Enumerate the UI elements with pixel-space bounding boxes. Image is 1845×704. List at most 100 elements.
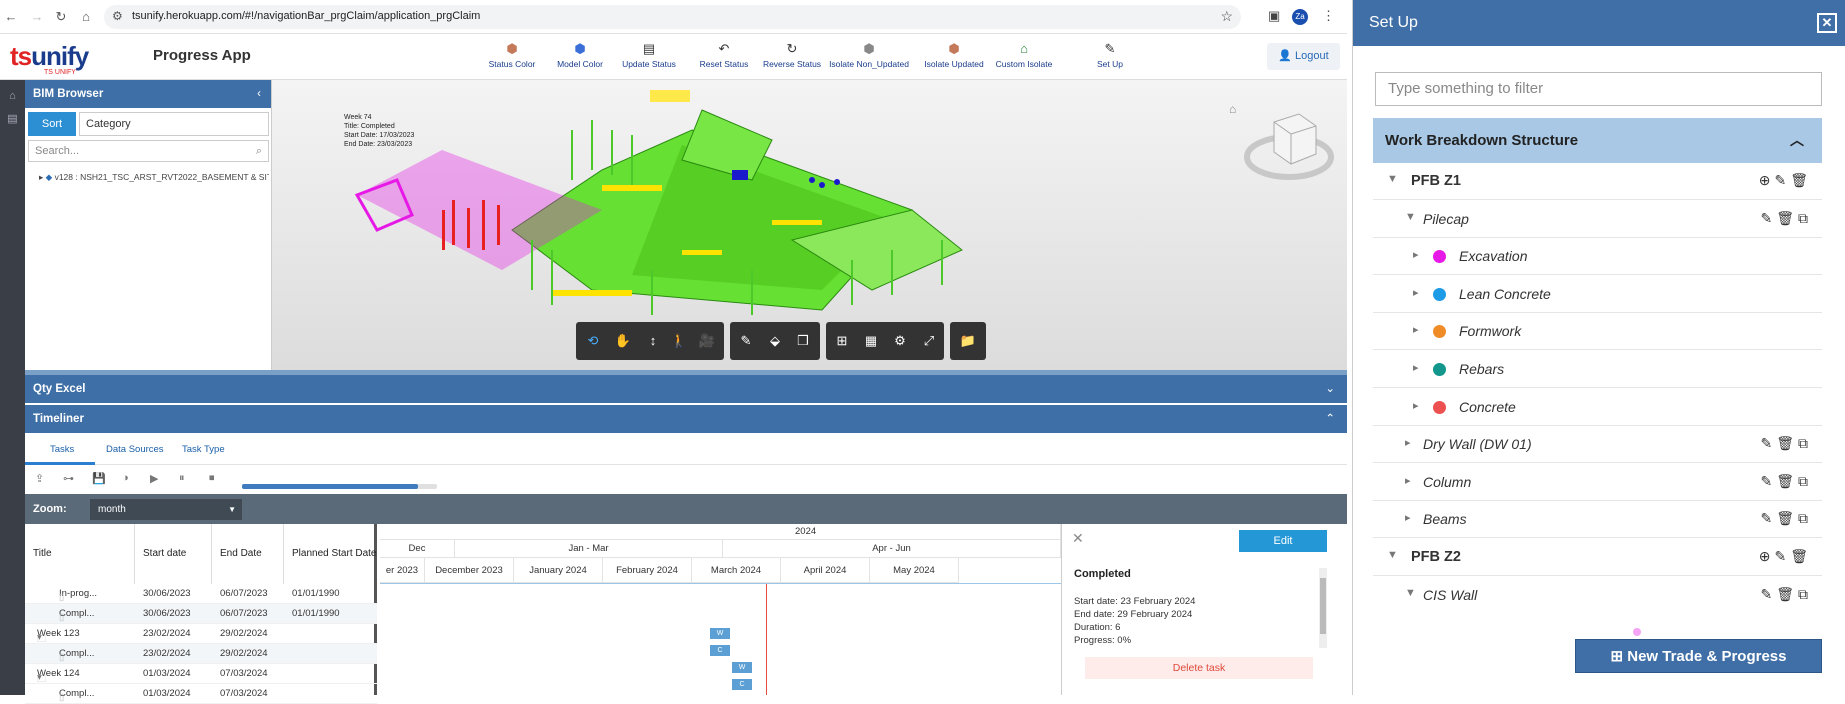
table-row[interactable]: ▾ 🗀 Week 123 23/02/2024 29/02/2024 bbox=[25, 624, 377, 645]
list-rail-icon[interactable]: ▤ bbox=[0, 112, 25, 125]
home-rail-icon[interactable]: ⌂ bbox=[0, 90, 25, 102]
building-model[interactable] bbox=[352, 90, 992, 320]
toolbar-reverse-status-button[interactable]: ↻ Reverse Status bbox=[752, 41, 832, 69]
back-icon[interactable]: ← bbox=[2, 8, 20, 26]
collapsed-caret-icon[interactable]: ▸ bbox=[1405, 436, 1411, 449]
side-panel-icon[interactable]: ▣ bbox=[1268, 8, 1280, 24]
delete-icon[interactable]: 🗑 bbox=[1790, 548, 1812, 564]
toolbar-model-color-button[interactable]: ⬢ Model Color bbox=[540, 41, 620, 69]
qty-excel-header[interactable]: Qty Excel ⌄ bbox=[25, 375, 1347, 403]
wbs-item[interactable]: ▸ Concrete bbox=[1373, 389, 1822, 426]
toolbar-set-up-button[interactable]: ✎ Set Up bbox=[1070, 41, 1150, 69]
bim-tree-item[interactable]: ▸ ◆ v128 : NSH21_TSC_ARST_RVT2022_BASEME… bbox=[39, 172, 269, 183]
save-icon[interactable]: 💾 bbox=[92, 472, 106, 485]
wbs-item[interactable]: ▸ Dry Wall (DW 01) ✎🗑⧉ bbox=[1373, 426, 1822, 464]
camera-icon[interactable]: 🎥 bbox=[696, 331, 718, 351]
toolbar-update-status-button[interactable]: ▤ Update Status bbox=[609, 41, 689, 69]
settings-icon[interactable]: ⚙ bbox=[889, 331, 911, 351]
delete-icon[interactable]: 🗑 bbox=[1790, 172, 1812, 188]
gantt-task-bar[interactable]: C bbox=[732, 679, 752, 690]
playback-slider[interactable] bbox=[242, 484, 437, 489]
section-icon[interactable]: ⬙ bbox=[764, 331, 786, 351]
fullscreen-icon[interactable]: ⤢ bbox=[918, 331, 940, 351]
copy-icon[interactable]: ⧉ bbox=[1798, 435, 1812, 451]
wbs-item[interactable]: ▸ Rebars bbox=[1373, 351, 1822, 388]
delete-task-button[interactable]: Delete task bbox=[1085, 657, 1313, 679]
pause-icon[interactable]: ⏸ bbox=[179, 472, 185, 485]
category-tab[interactable]: Category bbox=[79, 112, 269, 136]
folder-icon[interactable]: 📁 bbox=[957, 331, 979, 351]
chevron-down-icon[interactable]: ⌄ bbox=[1325, 375, 1335, 403]
edit-icon[interactable]: ✎ bbox=[1760, 473, 1776, 489]
collapsed-caret-icon[interactable]: ▸ bbox=[1413, 248, 1419, 261]
copy-icon[interactable]: ⧉ bbox=[1798, 586, 1812, 602]
gantt-task-bar[interactable]: C bbox=[710, 645, 730, 656]
collapsed-caret-icon[interactable]: ▸ bbox=[1405, 474, 1411, 487]
home-icon[interactable]: ⌂ bbox=[77, 8, 95, 26]
column-title[interactable]: Title bbox=[25, 524, 135, 584]
model-viewer[interactable]: Week 74 Title: Completed Start Date: 17/… bbox=[272, 80, 1347, 370]
wbs-item[interactable]: ▸ Column ✎🗑⧉ bbox=[1373, 464, 1822, 501]
wbs-item[interactable]: ▼ PFB Z2 ⊕✎🗑 bbox=[1373, 539, 1822, 576]
expanded-caret-icon[interactable]: ▼ bbox=[1387, 549, 1398, 561]
edit-icon[interactable]: ✎ bbox=[1760, 435, 1776, 451]
edit-icon[interactable]: ✎ bbox=[1760, 510, 1776, 526]
gantt-chart[interactable]: 2024 Dec Jan - Mar Apr - Jun er 2023 Decembe… bbox=[380, 524, 1061, 695]
hierarchy-icon[interactable]: ⊶ bbox=[63, 472, 74, 485]
toolbar-isolate-updated-button[interactable]: ⬢ Isolate Updated bbox=[914, 41, 994, 69]
chevron-up-icon[interactable]: ⌃ bbox=[1325, 405, 1335, 433]
logout-button[interactable]: 👤 Logout bbox=[1267, 43, 1340, 70]
export-icon[interactable]: ⇪ bbox=[35, 472, 44, 485]
menu-icon[interactable]: ⋮ bbox=[1322, 8, 1335, 24]
tab-tasks[interactable]: Tasks bbox=[50, 444, 74, 455]
wbs-item[interactable]: ▸ Formwork bbox=[1373, 313, 1822, 351]
toolbar-isolate-non-updated-button[interactable]: ⬢ Isolate Non_Updated bbox=[829, 41, 909, 69]
table-row[interactable]: ▯ Compl... 23/02/2024 29/02/2024 bbox=[25, 644, 377, 664]
expanded-caret-icon[interactable]: ▼ bbox=[1405, 587, 1416, 599]
view-cube[interactable]: ⌂ bbox=[1229, 102, 1334, 192]
forward-icon[interactable]: → bbox=[28, 8, 46, 26]
wbs-item[interactable]: ▸ Beams ✎🗑⧉ bbox=[1373, 501, 1822, 539]
collapsed-caret-icon[interactable]: ▸ bbox=[1413, 361, 1419, 374]
edit-icon[interactable]: ✎ bbox=[1760, 586, 1776, 602]
filter-input[interactable]: Type something to filter bbox=[1375, 72, 1822, 106]
reload-icon[interactable]: ↻ bbox=[52, 8, 70, 26]
table-row[interactable]: ▾ 🗀 Week 124 01/03/2024 07/03/2024 bbox=[25, 664, 377, 685]
add-circle-icon[interactable]: ⊕ bbox=[1759, 548, 1775, 564]
zoom-icon[interactable]: ↕ bbox=[642, 331, 664, 351]
copy-icon[interactable]: ⧉ bbox=[1798, 210, 1812, 226]
stop-icon[interactable]: ⏹ bbox=[209, 472, 215, 485]
copy-icon[interactable]: ⧉ bbox=[1798, 510, 1812, 526]
delete-icon[interactable]: 🗑 bbox=[1776, 510, 1798, 526]
pan-icon[interactable]: ✋ bbox=[612, 331, 634, 351]
gantt-task-bar[interactable]: W bbox=[710, 628, 730, 639]
toolbar-custom-isolate-button[interactable]: ⌂ Custom Isolate bbox=[984, 41, 1064, 69]
collapsed-caret-icon[interactable]: ▸ bbox=[1413, 323, 1419, 336]
zoom-select[interactable]: month ▼ bbox=[90, 499, 242, 520]
model-browser-icon[interactable]: ⊞ bbox=[831, 331, 853, 351]
table-row[interactable]: ▯ Compl... 01/03/2024 07/03/2024 bbox=[25, 684, 377, 704]
table-row[interactable]: ▯ In-prog... 30/06/2023 06/07/2023 01/01/19… bbox=[25, 584, 377, 604]
measure-icon[interactable]: ✎ bbox=[735, 331, 757, 351]
wbs-item[interactable]: ▸ Lean Concrete bbox=[1373, 276, 1822, 313]
close-icon[interactable]: ✕ bbox=[1072, 530, 1084, 547]
delete-icon[interactable]: 🗑 bbox=[1776, 210, 1798, 226]
collapse-icon[interactable]: ‹ bbox=[257, 80, 261, 108]
copy-icon[interactable]: ⧉ bbox=[1798, 473, 1812, 489]
orbit-icon[interactable]: ⟲ bbox=[582, 331, 604, 351]
edit-circle-icon[interactable]: ✎ bbox=[1774, 548, 1790, 564]
gantt-task-bar[interactable]: W bbox=[732, 662, 752, 673]
edit-circle-icon[interactable]: ✎ bbox=[1774, 172, 1790, 188]
edit-button[interactable]: Edit bbox=[1239, 530, 1327, 552]
delete-icon[interactable]: 🗑 bbox=[1776, 435, 1798, 451]
bookmark-star-icon[interactable]: ☆ bbox=[1220, 8, 1233, 25]
contrast-icon[interactable]: ◑ bbox=[122, 472, 129, 484]
properties-icon[interactable]: ▦ bbox=[860, 331, 882, 351]
column-start-date[interactable]: Start date bbox=[135, 524, 212, 584]
delete-icon[interactable]: 🗑 bbox=[1776, 586, 1798, 602]
walk-icon[interactable]: 🚶 bbox=[668, 331, 690, 351]
add-circle-icon[interactable]: ⊕ bbox=[1759, 172, 1775, 188]
expanded-caret-icon[interactable]: ▼ bbox=[1387, 173, 1398, 185]
edit-icon[interactable]: ✎ bbox=[1760, 210, 1776, 226]
expanded-caret-icon[interactable]: ▼ bbox=[1405, 211, 1416, 223]
